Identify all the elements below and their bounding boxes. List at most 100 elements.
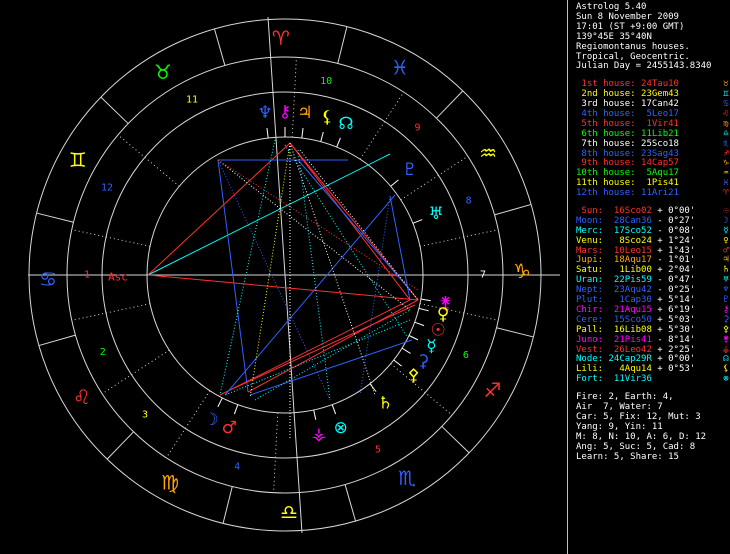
planet-tick [418, 307, 429, 312]
sign-cusp [38, 334, 76, 347]
planet-value: 10Leo15 [608, 245, 652, 256]
house-label: 12th house: [576, 188, 642, 199]
pluto-icon: ♇ [402, 160, 417, 180]
house-cusp [101, 349, 170, 395]
planet-tick [301, 128, 304, 139]
lilith-icon: ⚸ [321, 108, 333, 128]
sign-cusp [337, 26, 348, 64]
planet-tick [390, 179, 399, 187]
aspect-opposition [224, 194, 396, 396]
mars-icon: ♂ [222, 418, 237, 438]
fortune-icon: ⊗ [334, 418, 348, 438]
planet-speed: - 0°47' [651, 275, 696, 286]
planet-label: Vest: [576, 344, 609, 355]
planet-speed: + 5°14' [651, 295, 696, 306]
house-cusp [419, 303, 499, 321]
planet-label: Pall: [576, 324, 609, 335]
planet-tick [414, 321, 425, 327]
house-number: 2 [100, 347, 106, 358]
planet-tick [313, 409, 317, 420]
planet-label: Juno: [576, 334, 609, 345]
aspect-minor [217, 159, 411, 311]
aspect-conjunction [217, 159, 249, 393]
house-cusp [117, 134, 180, 187]
planet-value: 8Sco24 [608, 235, 652, 246]
planet-speed: + 2°25' [651, 344, 696, 355]
sign-cusp [100, 96, 129, 124]
aspect-square [147, 153, 391, 276]
aspect-minor [299, 149, 419, 301]
planet-speed: + 5°30' [651, 324, 696, 335]
planet-label: Venu: [576, 235, 609, 246]
planet-tick [401, 347, 411, 354]
planet-label: Merc: [576, 225, 609, 236]
aspect-minor [219, 139, 276, 396]
chart-wheel: ♓ ♒ ♑ ♐ ♏ ♎ ♍ ♌ ♋ ♊ ♉ ♈ 10 9 8 7 6 5 4 3 2 1 12 11 Asc ♆ ⚷ ♃ ⚸ ☊ ♇ ♅… [28, 16, 560, 534]
house-number: 8 [466, 195, 472, 206]
pallas-icon: ⚴ [407, 365, 419, 385]
zodiac-sign-icon: ♈ [272, 26, 290, 50]
house-label: 5th house: [576, 118, 642, 129]
planet-label: Lili: [576, 364, 609, 375]
planet-speed: - 0°25' [651, 285, 696, 296]
planet-label: Satu: [576, 265, 609, 276]
house-value: 14Cap57 [641, 158, 679, 169]
uranus-icon: ♅ [429, 204, 444, 224]
saturn-icon: ♄ [378, 393, 393, 413]
house-value: 24Tau10 [641, 79, 679, 90]
house-cusp [359, 91, 405, 160]
aspect-trine [147, 142, 291, 276]
planet-value: 16Sco02 [608, 206, 652, 217]
planet-label: Chir: [576, 304, 609, 315]
house-cusp [390, 363, 453, 416]
moon-icon: ☽ [203, 410, 218, 430]
julian-day: Julian Day = 2455143.8340 [576, 61, 712, 72]
house-value: 23Gem43 [641, 89, 679, 100]
planet-label: Nept: [576, 285, 609, 296]
aspect-square [219, 142, 411, 396]
house-label: 2nd house: [576, 89, 642, 100]
sign-cusp [496, 327, 534, 338]
house-row: 12th house: 11Ari21 ♈ [576, 188, 730, 199]
house-label: 6th house: [576, 128, 642, 139]
sign-cusp [213, 28, 226, 66]
zodiac-sign-icon: ♋ [39, 267, 57, 291]
vesta-icon: ⚶ [312, 424, 326, 444]
planet-speed: - 8°14' [651, 334, 696, 345]
house-value: 1Pis41 [641, 178, 679, 189]
zodiac-sign-icon: ♌ [73, 385, 91, 409]
planet-value: 26Leo42 [608, 344, 652, 355]
house-number: 11 [186, 95, 198, 106]
planet-value: 21Pis41 [608, 334, 652, 345]
zodiac-sign-icon: ♊ [69, 148, 87, 172]
planet-glyphs: ♆ ⚷ ♃ ⚸ ☊♇♅⚵♀☉☿⚳⚴♄⊗⚶♂☽ [203, 102, 451, 444]
house-glyph-icon: ♈ [723, 188, 729, 199]
house-value: 17Can42 [641, 99, 679, 110]
planet-tick [420, 298, 431, 302]
neptune-icon: ♆ [258, 103, 273, 123]
house-value: 5Aqu17 [641, 168, 679, 179]
planet-value: 18Aqu17 [608, 255, 652, 266]
planet-tick [331, 404, 337, 415]
planet-label: Plut: [576, 295, 609, 306]
planet-value: 1Cap30 [608, 295, 652, 306]
sign-cusp [222, 486, 233, 524]
planet-tick [336, 137, 341, 148]
house-cusp [273, 412, 279, 493]
sign-cusp [36, 212, 74, 223]
house-cusp [71, 303, 151, 321]
zodiac-sign-icon: ♉ [154, 60, 172, 84]
aspect-sextile [297, 159, 411, 291]
planet-tick [412, 219, 423, 224]
planet-speed: + 1°24' [651, 235, 696, 246]
aspect-minor [249, 142, 291, 399]
planet-value: 21Aqu15 [608, 304, 652, 315]
house-number: 5 [375, 444, 381, 455]
house-number: 10 [320, 76, 332, 87]
planet-list: Sun: 16Sco02 + 0°00' ☉ Moon: 28Can36 - 0°2… [576, 206, 730, 385]
info-panel: Astrolog 5.40 Sun 8 November 2009 17:01 … [567, 0, 730, 554]
aspect-opposition [147, 274, 419, 301]
house-cusp [71, 229, 151, 247]
house-number: 6 [463, 350, 469, 361]
asc-label: Asc [108, 271, 128, 284]
